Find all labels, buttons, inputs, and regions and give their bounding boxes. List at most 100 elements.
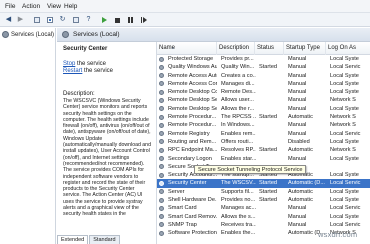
service-row[interactable]: Server Supports fil... Started Automatic Loc… bbox=[157, 188, 370, 196]
service-row[interactable]: Remote Access Con... Manages di... Manual L… bbox=[157, 80, 370, 88]
menu-bar: File Action View Help bbox=[0, 0, 370, 13]
column-header-status[interactable]: Status bbox=[255, 42, 284, 55]
menu-action[interactable]: Action bbox=[22, 3, 40, 10]
service-row[interactable]: Security Center The WSCSV... Started Automa… bbox=[157, 179, 370, 188]
service-startup-type: Manual bbox=[288, 205, 307, 212]
service-gear-icon bbox=[159, 180, 164, 186]
menu-view[interactable]: View bbox=[47, 3, 61, 10]
service-gear-icon bbox=[159, 205, 164, 211]
service-description: Supports fil... bbox=[221, 188, 254, 195]
service-row[interactable]: Shell Hardware De... Provides no... Starte… bbox=[157, 196, 370, 204]
export-icon[interactable] bbox=[70, 15, 81, 25]
column-header-log-on-as[interactable]: Log On As bbox=[326, 42, 370, 55]
service-gear-icon bbox=[159, 164, 164, 170]
console-tree: Services (Local) bbox=[0, 28, 56, 244]
service-startup-type: Automatic (D... bbox=[288, 180, 325, 187]
start-icon[interactable] bbox=[99, 15, 110, 25]
restart-service-link[interactable]: Restart bbox=[63, 68, 82, 74]
service-startup-type: Manual bbox=[288, 105, 307, 112]
service-log-on-as: Network S bbox=[330, 97, 356, 104]
sort-arrow-icon: ▲ bbox=[171, 45, 175, 50]
service-description: Quality Win... bbox=[221, 64, 255, 71]
service-row[interactable]: Quality Windows Au... Quality Win... Start… bbox=[157, 63, 370, 71]
description-label: Description: bbox=[63, 91, 95, 97]
service-log-on-as: Local Syste bbox=[330, 155, 359, 162]
service-row[interactable]: Routing and Rem... Offers routi... Disable… bbox=[157, 138, 370, 146]
service-status bbox=[257, 88, 285, 96]
stop-service-link[interactable]: Stop bbox=[63, 61, 75, 67]
service-name: Quality Windows Au... bbox=[168, 64, 217, 71]
tree-item-services-local[interactable]: Services (Local) bbox=[2, 30, 54, 39]
service-startup-type: Manual bbox=[288, 130, 307, 137]
service-title: Security Center bbox=[63, 46, 108, 52]
service-gear-icon bbox=[159, 122, 164, 128]
service-description: Receives tra... bbox=[221, 221, 256, 228]
service-row[interactable]: RPC Endpoint Ma... Resolves RP... Started A… bbox=[157, 146, 370, 154]
refresh-icon[interactable]: ↻ bbox=[57, 15, 68, 25]
stop-line: Stop the service bbox=[63, 61, 106, 68]
help-icon[interactable]: ? bbox=[83, 15, 94, 25]
forward-icon[interactable]: ▶ bbox=[15, 15, 26, 25]
service-description: The RPCSS ... bbox=[221, 114, 256, 121]
column-header-startup-type[interactable]: Startup Type bbox=[284, 42, 326, 55]
service-gear-icon bbox=[159, 222, 164, 228]
service-name: SNMP Trap bbox=[168, 221, 197, 228]
service-status: Started bbox=[259, 188, 278, 195]
service-name: Remote Procedur... bbox=[168, 122, 217, 129]
service-row[interactable]: SNMP Trap Receives tra... Manual Local Serv… bbox=[157, 221, 370, 229]
service-name: Remote Registry bbox=[168, 130, 210, 137]
service-description: Allows user... bbox=[221, 97, 254, 104]
service-name: Secondary Logon bbox=[168, 155, 212, 162]
service-row[interactable]: Secondary Logon Enables star... Manual Loca… bbox=[157, 155, 370, 163]
service-startup-type: Automatic bbox=[288, 147, 313, 154]
column-headers: Name ▲ Description Status Startup Type L… bbox=[157, 42, 370, 55]
service-description: Enables the... bbox=[221, 230, 256, 237]
console-tree-icon[interactable] bbox=[44, 15, 55, 25]
service-description: Offers routi... bbox=[221, 138, 254, 145]
service-log-on-as: Local Syste bbox=[330, 197, 359, 204]
service-status bbox=[257, 80, 285, 88]
service-description: Creates a co... bbox=[221, 72, 256, 79]
menu-help[interactable]: Help bbox=[64, 3, 77, 10]
service-description: Manages di... bbox=[221, 80, 255, 87]
service-gear-icon bbox=[159, 147, 164, 153]
service-row[interactable]: Protected Storage Provides pr... Manual Loc… bbox=[157, 55, 370, 63]
service-row[interactable]: Remote Registry Enables rem... Manual Local… bbox=[157, 130, 370, 138]
service-status: Started bbox=[259, 147, 278, 154]
pause-icon[interactable] bbox=[125, 15, 136, 25]
service-row[interactable]: Remote Desktop Co... Remote Des... Manual L… bbox=[157, 88, 370, 96]
service-description: Resolves RP... bbox=[221, 147, 256, 154]
service-row[interactable]: Remote Access Auto... Creates a co... Manu… bbox=[157, 72, 370, 80]
back-icon[interactable]: ◀ bbox=[3, 15, 14, 25]
service-row[interactable]: Smart Card Manages ac... Manual Local Servi… bbox=[157, 204, 370, 212]
tree-item-label: Services (Local) bbox=[11, 31, 55, 38]
restart-icon[interactable] bbox=[138, 15, 149, 25]
service-row[interactable]: Remote Desktop Ser... Allows the r... Manu… bbox=[157, 105, 370, 113]
service-gear-icon bbox=[159, 106, 164, 112]
service-status bbox=[257, 130, 285, 138]
column-header-name[interactable]: Name ▲ bbox=[157, 42, 217, 55]
service-row[interactable]: Remote Procedur... The RPCSS ... Started Au… bbox=[157, 113, 370, 121]
service-gear-icon bbox=[159, 64, 164, 70]
tab-extended[interactable]: Extended bbox=[57, 235, 89, 244]
pane-header-title: Services (Local) bbox=[73, 31, 120, 38]
service-startup-type: Manual bbox=[288, 72, 307, 79]
service-row[interactable]: Remote Desktop Ser... Allows user... Manua… bbox=[157, 96, 370, 104]
menu-file[interactable]: File bbox=[5, 3, 15, 10]
service-row[interactable]: Remote Procedur... In Windows... Manual Net… bbox=[157, 121, 370, 129]
service-log-on-as: Local Syste bbox=[330, 105, 359, 112]
column-header-description[interactable]: Description bbox=[217, 42, 255, 55]
service-log-on-as: Local Syste bbox=[330, 80, 359, 87]
tab-standard[interactable]: Standard bbox=[89, 235, 120, 244]
service-log-on-as: Network S bbox=[330, 122, 356, 129]
service-details-pane: Security Center Stop the service Restart… bbox=[57, 42, 156, 236]
service-log-on-as: Local Servic bbox=[330, 205, 361, 212]
service-gear-icon bbox=[159, 214, 164, 220]
stop-icon[interactable] bbox=[112, 15, 123, 25]
show-pane-icon[interactable] bbox=[31, 15, 42, 25]
gear-icon bbox=[62, 31, 69, 38]
service-name: Remote Procedur... bbox=[168, 114, 217, 121]
service-startup-type: Manual bbox=[288, 56, 307, 62]
restart-line-text: the service bbox=[82, 68, 114, 74]
service-row[interactable]: Smart Card Remov... Allows the s... Manual… bbox=[157, 213, 370, 221]
